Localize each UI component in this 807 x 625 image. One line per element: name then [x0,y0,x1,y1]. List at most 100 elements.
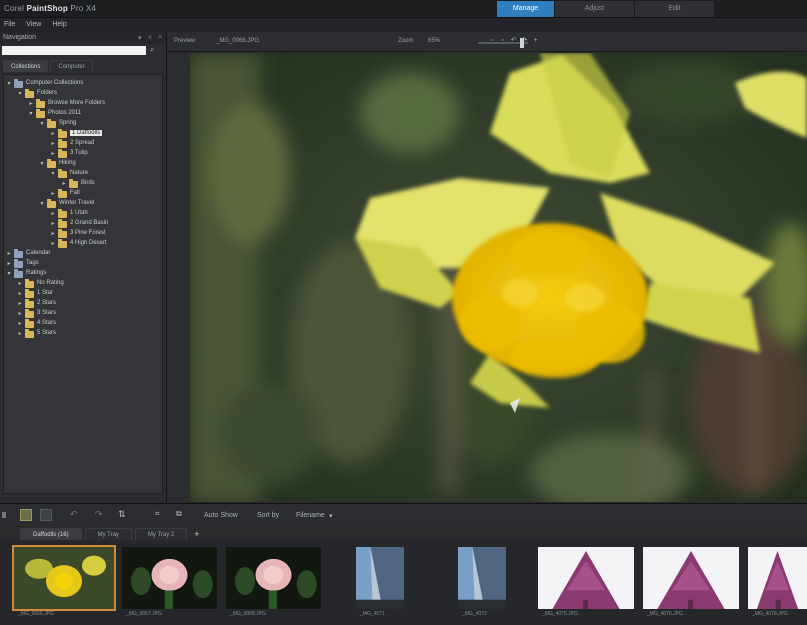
details-view-button[interactable] [40,509,52,521]
tree-item[interactable]: ▸ 1 Daffodils [4,129,162,139]
expand-arrow-icon[interactable]: ▸ [17,321,23,327]
tree-item[interactable]: ▸ Tags [4,259,162,269]
expand-arrow-icon[interactable]: ▸ [6,251,12,257]
tree-item[interactable]: ▸ Calendar [4,249,162,259]
expand-arrow-icon[interactable]: ▸ [50,151,56,157]
tree-item[interactable]: ▸ 2 Stars [4,299,162,309]
thumbnail[interactable] [12,545,116,611]
preview-photo[interactable] [190,53,807,502]
collapse-arrow-icon[interactable]: ▾ [50,171,56,177]
expand-arrow-icon[interactable]: ▸ [6,261,12,267]
collapse-arrow-icon[interactable]: ▾ [39,161,45,167]
tab-my-tray[interactable]: My Tray [84,528,132,540]
tree-item[interactable]: ▾ Winter Travel [4,199,162,209]
tree-item[interactable]: ▸ 1 Utah [4,209,162,219]
expand-arrow-icon[interactable]: ▸ [50,211,56,217]
close-icon[interactable]: × [158,34,162,41]
tree-item[interactable]: ▾ Folders [4,89,162,99]
thumbnail[interactable] [748,547,807,609]
expand-arrow-icon[interactable]: ▸ [17,291,23,297]
tree-item[interactable]: ▸ 5 Stars [4,329,162,339]
tree-item[interactable]: ▸ Fall [4,189,162,199]
expand-arrow-icon[interactable]: ▸ [50,241,56,247]
menu-help[interactable]: Help [52,18,66,32]
tree-item[interactable]: ▸ Browse More Folders [4,99,162,109]
tree-item[interactable]: ▸ 4 High Desert [4,239,162,249]
add-tray-icon[interactable]: + [194,528,199,540]
compare-icon[interactable]: ⧉ [176,509,190,521]
tree-item[interactable]: ▸ 3 Stars [4,309,162,319]
tab-my-tray-2[interactable]: My Tray 2 [134,528,188,540]
search-input[interactable] [2,46,146,55]
redo-icon[interactable]: ↷ [95,509,105,521]
expand-arrow-icon[interactable]: ▸ [50,221,56,227]
thumbnail-view-button[interactable] [20,509,32,521]
sort-field-select[interactable]: Filename [296,512,325,519]
collapse-handle-icon[interactable] [2,512,6,518]
collapse-arrow-icon[interactable]: ▾ [39,201,45,207]
tree-item[interactable]: ▸ 2 Grand Basin [4,219,162,229]
collapse-icon[interactable]: « [148,34,152,41]
undo-icon[interactable]: ↶ [70,509,80,521]
thumbnail[interactable] [538,547,634,609]
expand-arrow-icon[interactable]: ▸ [28,101,34,107]
tree-item[interactable]: ▸ 2 Spread [4,139,162,149]
pin-icon[interactable]: ▾ [138,34,142,42]
auto-show-label[interactable]: Auto Show [204,512,238,519]
collapse-arrow-icon[interactable]: ▾ [28,111,34,117]
tree-item[interactable]: ▾ Nature [4,169,162,179]
expand-arrow-icon[interactable]: ▸ [50,191,56,197]
tree-item[interactable]: ▸ 3 Pine Forest [4,229,162,239]
zoom-in-icon[interactable]: + [532,37,539,45]
menu-view[interactable]: View [26,18,41,32]
tree-item[interactable]: ▾ Spring [4,119,162,129]
tree-item[interactable]: ▾ Ratings [4,269,162,279]
expand-arrow-icon[interactable]: ▸ [50,231,56,237]
tree-item[interactable]: ▾ Computer Collections [4,79,162,89]
folder-icon [25,89,34,98]
tab-collections[interactable]: Collections [3,60,49,72]
expand-arrow-icon[interactable]: ▸ [61,181,67,187]
thumbnail[interactable] [356,547,404,609]
tree-item[interactable]: ▸ 3 Tulip [4,149,162,159]
expand-arrow-icon[interactable]: ▸ [17,311,23,317]
tree-item[interactable]: ▸ Birds [4,179,162,189]
tree-item[interactable]: ▸ 4 Stars [4,319,162,329]
tag-icon[interactable]: ⌗ [155,509,169,521]
expand-arrow-icon[interactable]: ▸ [50,131,56,137]
folder-icon [69,179,78,188]
collapse-arrow-icon[interactable]: ▾ [6,271,12,277]
tree-item[interactable]: ▾ Hiking [4,159,162,169]
expand-arrow-icon[interactable]: ▸ [17,301,23,307]
folder-icon [58,149,67,158]
tab-edit[interactable]: Edit [635,1,715,17]
tab-daffodils[interactable]: Daffodils (16) [20,528,82,540]
expand-arrow-icon[interactable]: ▸ [17,331,23,337]
thumbnail-caption: _MG_4071 [360,611,385,617]
collapse-arrow-icon[interactable]: ▾ [39,121,45,127]
tab-adjust[interactable]: Adjust [555,1,635,17]
rotate-left-icon[interactable]: ↶ [510,37,517,45]
tree-item-label: 1 Star [37,290,54,296]
tree-item[interactable]: ▸ 1 Star [4,289,162,299]
search-icon[interactable]: ⌕ [150,45,154,55]
sort-by-label[interactable]: Sort by [257,512,279,519]
collapse-arrow-icon[interactable]: ▾ [6,81,12,87]
thumbnail[interactable] [226,547,321,609]
expand-arrow-icon[interactable]: ▸ [17,281,23,287]
rotate-right-icon[interactable]: ↷ [521,37,528,45]
expand-arrow-icon[interactable]: ▸ [50,141,56,147]
fit-icon[interactable]: ▫ [488,37,495,45]
sort-order-icon[interactable]: ⇅ [118,509,132,521]
chevron-down-icon[interactable]: ▾ [329,512,333,520]
tree-item[interactable]: ▾ Photos 2011 [4,109,162,119]
thumbnail[interactable] [458,547,506,609]
menu-file[interactable]: File [4,18,15,32]
thumbnail[interactable] [643,547,739,609]
thumbnail[interactable] [122,547,217,609]
tab-manage[interactable]: Manage [497,1,555,17]
tab-computer[interactable]: Computer [50,60,93,72]
tree-item[interactable]: ▸ No Rating [4,279,162,289]
actual-size-icon[interactable]: ▫ [499,37,506,45]
collapse-arrow-icon[interactable]: ▾ [17,91,23,97]
